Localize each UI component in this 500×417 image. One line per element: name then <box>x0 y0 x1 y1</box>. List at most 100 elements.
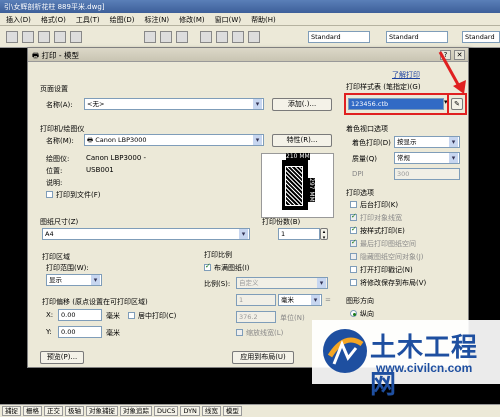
add-page-setup-button[interactable]: 添加(.)... <box>272 98 332 111</box>
print-to-file-label: 打印到文件(F) <box>56 191 101 199</box>
hide-paperspace-objects-checkbox[interactable] <box>350 253 357 260</box>
location-label: 位置: <box>46 167 63 175</box>
hide-paperspace-objects-label: 隐藏图纸空间对象(J) <box>360 253 424 261</box>
plot-lineweights-checkbox[interactable] <box>350 212 357 221</box>
table-style-select[interactable]: Standard <box>462 31 500 43</box>
status-bar: 捕捉 栅格 正交 极轴 对象捕捉 对象追踪 DUCS DYN 线宽 模型 <box>0 404 500 417</box>
fit-to-paper-checkbox[interactable] <box>204 262 211 271</box>
scale-lineweights-checkbox[interactable] <box>236 329 243 336</box>
menu-item-help[interactable]: 帮助(H) <box>251 15 276 24</box>
offset-x-unit: 毫米 <box>106 312 120 320</box>
status-grid[interactable]: 栅格 <box>23 406 42 416</box>
preview-button[interactable]: 预览(P)... <box>40 351 84 364</box>
shade-plot-select[interactable]: 按显示 <box>394 136 460 148</box>
plot-area-group-label: 打印区域 <box>42 253 70 261</box>
printer-properties-button[interactable]: 特性(R)... <box>272 134 332 147</box>
plot-lineweights-label: 打印对象线宽 <box>360 214 402 222</box>
status-model[interactable]: 模型 <box>222 406 242 416</box>
background-plot-checkbox[interactable] <box>350 201 357 208</box>
app-title-bar: 引\女辉剖析花柱 889平米.dwg] <box>0 0 500 13</box>
offset-x-input[interactable]: 0.00 <box>58 309 102 321</box>
new-icon[interactable] <box>6 31 18 43</box>
preview-icon[interactable] <box>70 31 82 43</box>
status-dyn[interactable]: DYN <box>180 406 200 416</box>
copy-icon[interactable] <box>160 31 172 43</box>
menu-item-draw[interactable]: 绘图(D) <box>110 15 135 24</box>
menu-item-format[interactable]: 格式(O) <box>41 15 66 24</box>
status-osnap[interactable]: 对象捕捉 <box>86 406 118 416</box>
print-to-file-checkbox[interactable] <box>46 191 53 198</box>
status-snap[interactable]: 捕捉 <box>2 406 21 416</box>
cut-icon[interactable] <box>144 31 156 43</box>
pan-icon[interactable] <box>232 31 244 43</box>
copies-group-label: 打印份数(B) <box>262 218 301 226</box>
zoom-icon[interactable] <box>248 31 260 43</box>
menu-item-dimension[interactable]: 标注(N) <box>144 15 169 24</box>
location-value: USB001 <box>86 166 114 174</box>
offset-y-input[interactable]: 0.00 <box>58 326 102 338</box>
plot-paperspace-last-checkbox[interactable] <box>350 238 357 247</box>
dialog-title: 打印 - 模型 <box>41 51 79 60</box>
learn-print-link[interactable]: 了解打印 <box>392 70 420 80</box>
paper-size-select[interactable]: A4 <box>42 228 250 240</box>
plot-with-styles-checkbox[interactable] <box>350 225 357 234</box>
save-icon[interactable] <box>38 31 50 43</box>
printer-icon: 🖶 <box>87 136 96 144</box>
quality-select[interactable]: 常规 <box>394 152 460 164</box>
printer-name-label: 名称(M): <box>46 137 74 145</box>
menu-item-modify[interactable]: 修改(M) <box>179 15 205 24</box>
open-icon[interactable] <box>22 31 34 43</box>
scale-select[interactable]: 自定义 <box>236 277 328 289</box>
scale-equals-sign: = <box>325 296 331 304</box>
printer-name-value: Canon LBP3000 <box>95 136 147 144</box>
scale-numerator-unit-select[interactable]: 毫米 <box>278 294 322 306</box>
dpi-label: DPI <box>352 170 364 178</box>
menu-bar: 插入(D) 格式(O) 工具(T) 绘图(D) 标注(N) 修改(M) 窗口(W… <box>0 13 500 26</box>
watermark-logo <box>323 329 367 373</box>
scale-numerator-input[interactable]: 1 <box>236 294 276 306</box>
standard-toolbar: Standard Standard Standard <box>0 26 500 48</box>
copies-input[interactable]: 1 <box>278 228 320 240</box>
page-setup-group-label: 页面设置 <box>40 85 68 93</box>
printer-group-label: 打印机/绘图仪 <box>40 125 85 133</box>
page-setup-name-label: 名称(A): <box>46 101 73 109</box>
status-lineweight[interactable]: 线宽 <box>201 406 221 416</box>
dpi-input[interactable]: 300 <box>394 168 460 180</box>
plot-offset-group-label: 打印偏移 (原点设置在可打印区域) <box>42 298 148 306</box>
status-polar[interactable]: 极轴 <box>65 406 84 416</box>
menu-item-insert[interactable]: 插入(D) <box>6 15 31 24</box>
menu-item-window[interactable]: 窗口(W) <box>215 15 241 24</box>
center-plot-checkbox[interactable] <box>128 312 135 319</box>
plot-stamp-label: 打开打印戳记(N) <box>360 266 413 274</box>
scale-denominator-input[interactable]: 376.2 <box>236 311 276 323</box>
menu-item-tools[interactable]: 工具(T) <box>76 15 100 24</box>
apply-to-layout-button[interactable]: 应用到布局(U) <box>232 351 294 364</box>
status-otrack[interactable]: 对象追踪 <box>120 406 152 416</box>
watermark-url: www.civilcn.com <box>376 361 473 375</box>
portrait-label: 纵向 <box>360 310 374 318</box>
scale-denominator-unit: 单位(N) <box>280 314 305 322</box>
paper-preview-printable-area <box>285 166 303 206</box>
app-title: 引\女辉剖析花柱 889平米.dwg] <box>4 3 105 11</box>
scale-lineweights-label: 缩放线宽(L) <box>246 329 284 337</box>
plot-stamp-checkbox[interactable] <box>350 266 357 273</box>
offset-y-unit: 毫米 <box>106 329 120 337</box>
save-to-layout-label: 将修改保存到布局(V) <box>360 279 427 287</box>
redo-icon[interactable] <box>216 31 228 43</box>
plot-scale-group-label: 打印比例 <box>204 251 232 259</box>
copies-spinner[interactable]: ▴ ▾ <box>320 228 328 241</box>
page-setup-name-select[interactable]: <无> <box>84 98 264 110</box>
save-to-layout-checkbox[interactable] <box>350 279 357 286</box>
text-style-select[interactable]: Standard <box>308 31 370 43</box>
printer-name-select[interactable]: 🖶 Canon LBP3000 <box>84 134 264 146</box>
dim-style-select[interactable]: Standard <box>386 31 448 43</box>
status-ortho[interactable]: 正交 <box>44 406 63 416</box>
status-ducs[interactable]: DUCS <box>154 406 179 416</box>
quality-label: 质量(Q) <box>352 155 377 163</box>
undo-icon[interactable] <box>200 31 212 43</box>
paste-icon[interactable] <box>176 31 188 43</box>
plot-range-select[interactable]: 显示 <box>46 274 102 286</box>
print-icon[interactable] <box>54 31 66 43</box>
portrait-radio[interactable] <box>350 310 357 317</box>
orientation-group-label: 图形方向 <box>346 297 374 305</box>
